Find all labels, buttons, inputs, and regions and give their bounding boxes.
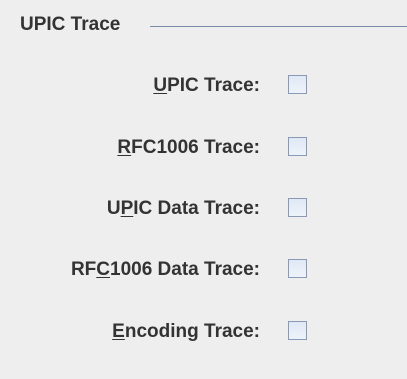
rfc1006-trace-checkbox[interactable] [288, 137, 307, 156]
rfc1006-data-trace-checkbox[interactable] [288, 259, 307, 278]
encoding-trace-row: Encoding Trace: [0, 318, 407, 348]
rfc1006-data-trace-row: RFC1006 Data Trace: [0, 256, 407, 286]
encoding-trace-checkbox[interactable] [288, 321, 307, 340]
rfc1006-trace-label: RFC1006 Trace: [117, 137, 260, 158]
upic-trace-label: UPIC Trace: [153, 75, 260, 96]
upic-data-trace-checkbox[interactable] [288, 198, 307, 217]
encoding-trace-label: Encoding Trace: [112, 321, 260, 342]
upic-data-trace-label: UPIC Data Trace: [106, 198, 260, 219]
group-title: UPIC Trace [20, 13, 127, 37]
upic-data-trace-row: UPIC Data Trace: [0, 195, 407, 225]
upic-trace-group: UPIC Trace UPIC Trace: RFC1006 Trace: UP… [0, 0, 407, 379]
upic-trace-row: UPIC Trace: [0, 72, 407, 102]
rfc1006-trace-row: RFC1006 Trace: [0, 134, 407, 164]
group-border-line [150, 26, 407, 27]
upic-trace-checkbox[interactable] [288, 75, 307, 94]
rfc1006-data-trace-label: RFC1006 Data Trace: [70, 259, 260, 280]
